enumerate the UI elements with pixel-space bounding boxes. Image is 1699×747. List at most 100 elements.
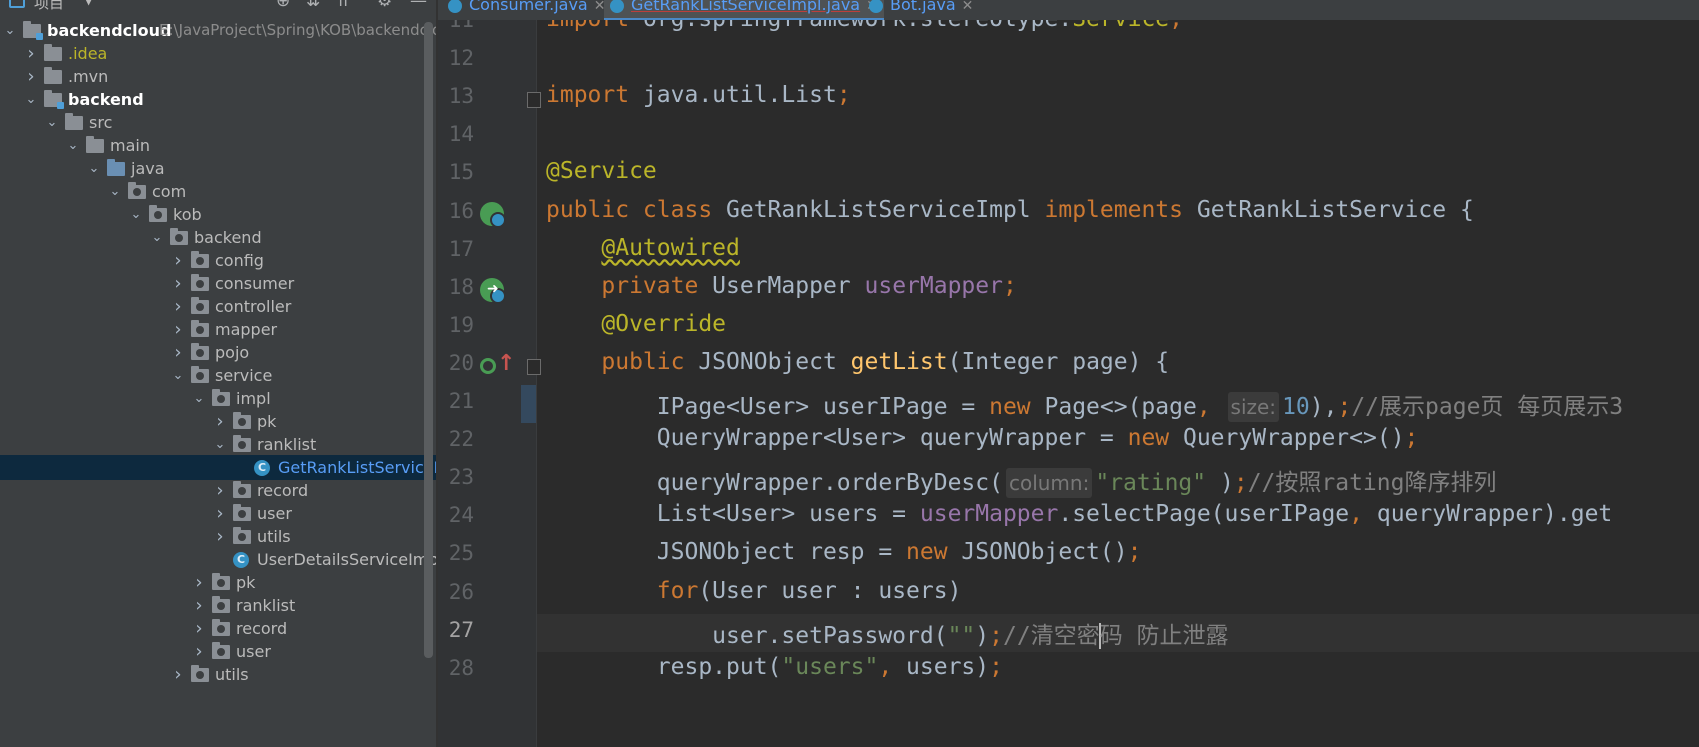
code-line[interactable]: import org.springframework.stereotype.Se… — [546, 20, 1183, 32]
line-number[interactable]: 19 — [438, 313, 474, 337]
tree-item-backendcloud[interactable]: ⌄ backendcloud E:\JavaProject\Spring\KOB\b… — [0, 18, 436, 43]
chevron-right-icon[interactable]: › — [171, 662, 185, 687]
chevron-right-icon[interactable]: › — [192, 639, 206, 664]
tree-item-backend[interactable]: ⌄ backend — [0, 225, 436, 250]
code-line[interactable]: public JSONObject getList(Integer page) … — [546, 349, 1169, 375]
tree-item-main[interactable]: ⌄ main — [0, 133, 436, 158]
tree-item-backend[interactable]: ⌄ backend — [0, 87, 436, 112]
tree-item-kob[interactable]: ⌄ kob — [0, 202, 436, 227]
line-number[interactable]: 27 — [438, 618, 474, 642]
line-number[interactable]: 24 — [438, 503, 474, 527]
code-line[interactable]: for(User user : users) — [546, 578, 962, 604]
tree-item-userdetailsserviceimpl[interactable]: C UserDetailsServiceImpl — [0, 547, 436, 572]
code-line[interactable]: QueryWrapper<User> queryWrapper = new Qu… — [546, 425, 1419, 451]
code-line[interactable]: @Override — [546, 311, 726, 337]
line-number[interactable]: 13 — [438, 84, 474, 108]
chevron-right-icon[interactable]: › — [192, 616, 206, 641]
chevron-right-icon[interactable]: › — [213, 501, 227, 526]
chevron-right-icon[interactable]: › — [192, 570, 206, 595]
tree-item-utils[interactable]: › utils — [0, 662, 436, 687]
line-number[interactable]: 20 — [438, 351, 474, 375]
tree-item-consumer[interactable]: › consumer — [0, 271, 436, 296]
tree-item-user[interactable]: › user — [0, 501, 436, 526]
chevron-right-icon[interactable]: › — [171, 248, 185, 273]
chevron-down-icon[interactable]: ⌄ — [171, 363, 185, 388]
project-panel-title[interactable]: 项目 — [34, 0, 64, 13]
code-line[interactable]: resp.put("users", users); — [546, 654, 1003, 680]
code-line[interactable]: @Service — [546, 158, 657, 184]
chevron-down-icon[interactable]: ⌄ — [150, 225, 164, 250]
editor-tab-consumer-java[interactable]: Consumer.java ✕ — [448, 0, 605, 18]
tree-item-mapper[interactable]: › mapper — [0, 317, 436, 342]
code-editor[interactable]: 11 12 13 14 15 16 17 18 ➜ 19 20 ↑ 21 22 23 24 25 26 27 28 i… — [438, 20, 1699, 747]
tree-item-impl[interactable]: ⌄ impl — [0, 386, 436, 411]
close-icon[interactable]: ✕ — [962, 0, 974, 14]
chevron-right-icon[interactable]: › — [24, 64, 38, 89]
tree-item-ranklist[interactable]: ⌄ ranklist — [0, 432, 436, 457]
line-number[interactable]: 15 — [438, 160, 474, 184]
tree-item--idea[interactable]: › .idea — [0, 41, 436, 66]
chevron-down-icon[interactable]: ⌄ — [66, 133, 80, 158]
code-line[interactable]: List<User> users = userMapper.selectPage… — [546, 501, 1613, 527]
line-number[interactable]: 12 — [438, 46, 474, 70]
line-number[interactable]: 16 — [438, 199, 474, 223]
tree-item-java[interactable]: ⌄ java — [0, 156, 436, 181]
line-number[interactable]: 17 — [438, 237, 474, 261]
line-number[interactable]: 26 — [438, 580, 474, 604]
line-number[interactable]: 14 — [438, 122, 474, 146]
chevron-right-icon[interactable]: › — [171, 271, 185, 296]
spring-bean-icon[interactable] — [480, 201, 506, 228]
line-number[interactable]: 22 — [438, 427, 474, 451]
line-number[interactable]: 25 — [438, 541, 474, 565]
chevron-right-icon[interactable]: › — [213, 524, 227, 549]
tree-item-config[interactable]: › config — [0, 248, 436, 273]
spring-autowired-icon[interactable]: ➜ — [480, 277, 506, 304]
chevron-down-icon[interactable]: ⌄ — [87, 156, 101, 181]
chevron-right-icon[interactable]: › — [192, 593, 206, 618]
chevron-down-icon[interactable]: ⌄ — [24, 87, 38, 112]
chevron-right-icon[interactable]: › — [213, 478, 227, 503]
sidebar-scrollbar[interactable] — [424, 22, 433, 658]
chevron-right-icon[interactable]: › — [213, 409, 227, 434]
tree-item-service[interactable]: ⌄ service — [0, 363, 436, 388]
chevron-down-icon[interactable]: ▼ — [84, 0, 93, 7]
tree-item-record[interactable]: › record — [0, 616, 436, 641]
collapse-all-icon[interactable]: ⇈ — [336, 0, 350, 11]
code-line[interactable]: public class GetRankListServiceImpl impl… — [546, 197, 1474, 223]
chevron-down-icon[interactable]: ⌄ — [45, 110, 59, 135]
editor-tab-bot-java[interactable]: Bot.java ✕ — [869, 0, 973, 18]
chevron-right-icon[interactable]: › — [171, 317, 185, 342]
tree-item-com[interactable]: ⌄ com — [0, 179, 436, 204]
fold-marker-icon[interactable] — [527, 358, 541, 375]
code-line[interactable]: @Autowired — [546, 235, 739, 261]
tree-item-utils[interactable]: › utils — [0, 524, 436, 549]
expand-all-icon[interactable]: ⇊ — [306, 0, 320, 11]
code-line[interactable]: JSONObject resp = new JSONObject(); — [546, 539, 1142, 565]
tree-item--mvn[interactable]: › .mvn — [0, 64, 436, 89]
tree-item-user[interactable]: › user — [0, 639, 436, 664]
tree-item-ranklist[interactable]: › ranklist — [0, 593, 436, 618]
line-number[interactable]: 28 — [438, 656, 474, 680]
editor-tab-getranklistserviceimpl-java[interactable]: GetRankListServiceImpl.java✕ — [604, 0, 884, 20]
fold-marker-icon[interactable] — [527, 92, 541, 109]
chevron-down-icon[interactable]: ⌄ — [213, 432, 227, 457]
tree-item-pk[interactable]: › pk — [0, 570, 436, 595]
locate-icon[interactable]: ⊕ — [276, 0, 290, 11]
code-line[interactable]: IPage<User> userIPage = new Page<>(page,… — [546, 387, 1623, 422]
minimize-icon[interactable]: — — [410, 0, 427, 11]
chevron-down-icon[interactable]: ⌄ — [129, 202, 143, 227]
line-number[interactable]: 11 — [438, 20, 474, 32]
tree-item-pojo[interactable]: › pojo — [0, 340, 436, 365]
tree-item-pk[interactable]: › pk — [0, 409, 436, 434]
tree-item-controller[interactable]: › controller — [0, 294, 436, 319]
chevron-right-icon[interactable]: › — [24, 41, 38, 66]
override-method-icon[interactable]: ↑ — [480, 351, 515, 379]
chevron-down-icon[interactable]: ⌄ — [192, 386, 206, 411]
code-line[interactable]: private UserMapper userMapper; — [546, 273, 1016, 299]
chevron-right-icon[interactable]: › — [171, 294, 185, 319]
line-number[interactable]: 23 — [438, 465, 474, 489]
gear-icon[interactable]: ⚙ — [377, 0, 392, 11]
code-line[interactable]: user.setPassword("");//清空密码 防止泄露 — [546, 616, 1229, 650]
line-number[interactable]: 18 — [438, 275, 474, 299]
chevron-down-icon[interactable]: ⌄ — [108, 179, 122, 204]
